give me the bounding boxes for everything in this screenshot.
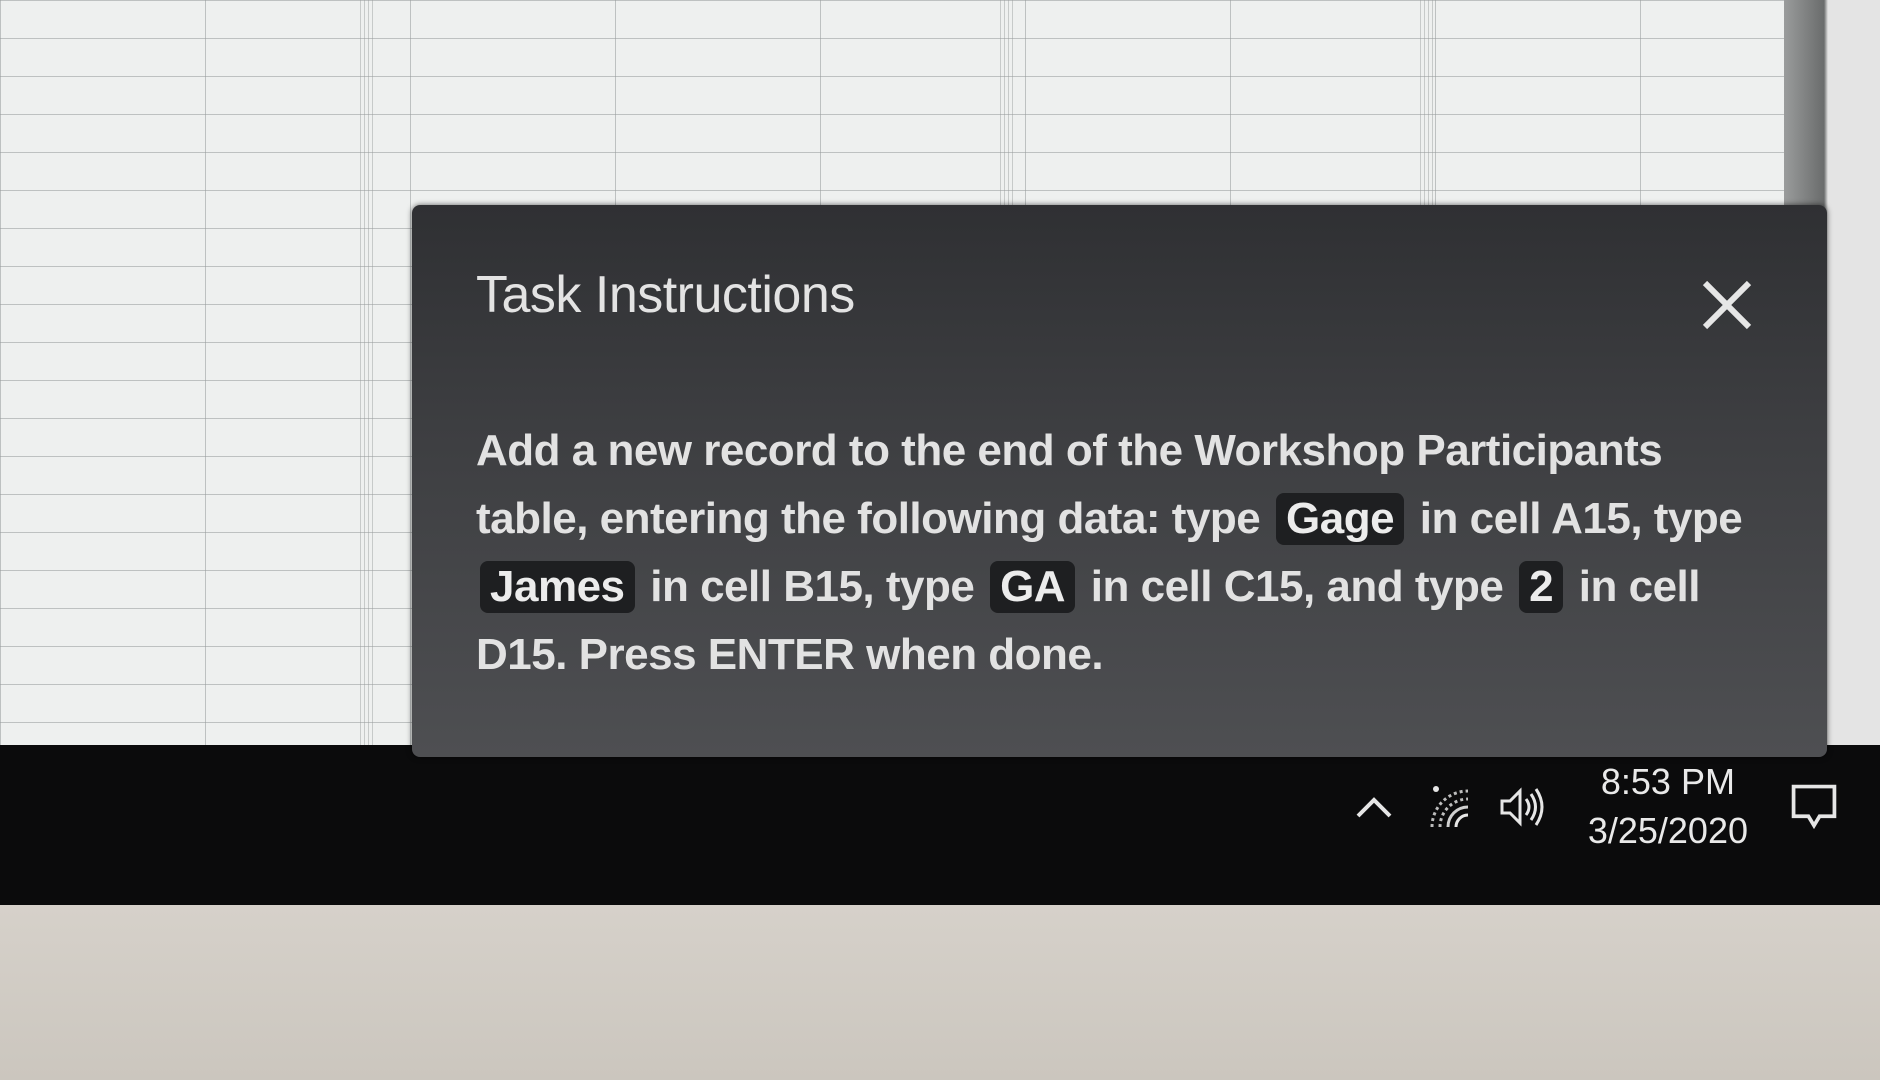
clock-date: 3/25/2020 (1587, 810, 1748, 851)
value-chip-james: James (480, 561, 635, 613)
instruction-segment: in cell C15, and type (1090, 562, 1504, 611)
instruction-text: Add a new record to the end of the Works… (476, 417, 1776, 689)
close-icon[interactable] (1697, 275, 1757, 335)
value-chip-gage: Gage (1276, 493, 1405, 545)
task-instructions-dialog: Task Instructions Add a new record to th… (412, 205, 1827, 757)
wifi-icon[interactable] (1422, 781, 1474, 833)
speaker-icon[interactable] (1496, 781, 1548, 833)
taskbar-clock[interactable]: 8:53 PM 3/25/2020 (1588, 758, 1748, 855)
grid-column-divider (360, 0, 374, 760)
monitor-bezel (0, 905, 1880, 1080)
chevron-up-icon[interactable] (1348, 781, 1400, 833)
instruction-segment: in cell A15, type (1419, 494, 1743, 543)
value-chip-2: 2 (1519, 561, 1564, 613)
value-chip-ga: GA (990, 561, 1076, 613)
clock-time: 8:53 PM (1600, 761, 1735, 803)
dialog-title: Task Instructions (476, 266, 855, 324)
system-tray: 8:53 PM 3/25/2020 (1348, 757, 1840, 857)
instruction-segment: in cell B15, type (650, 562, 975, 611)
taskbar: 8:53 PM 3/25/2020 (0, 745, 1880, 905)
notification-icon[interactable] (1788, 781, 1840, 833)
